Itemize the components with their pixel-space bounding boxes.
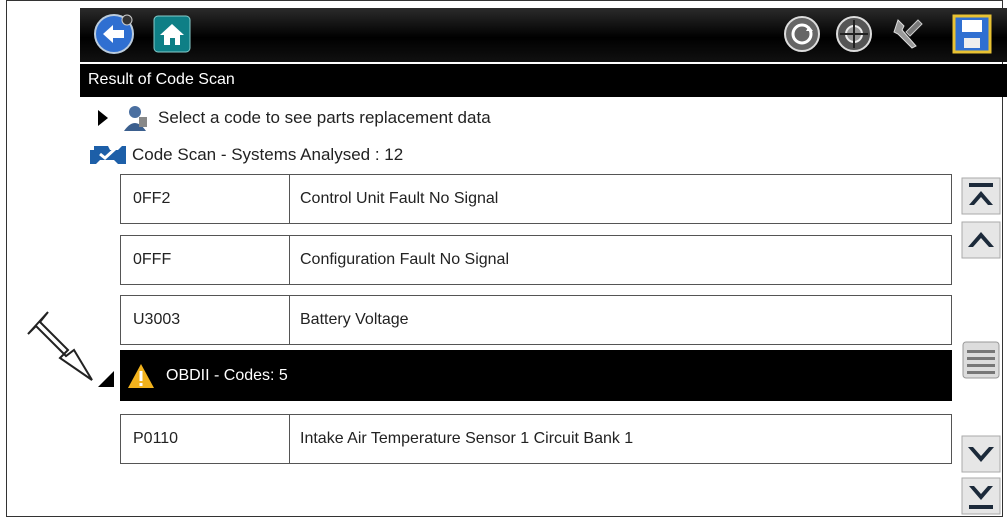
home-button[interactable]: [150, 12, 194, 56]
tools-icon: [893, 19, 923, 49]
technician-icon: [124, 106, 147, 131]
expand-triangle-icon[interactable]: [94, 369, 116, 389]
code-cell: 0FFF: [121, 236, 290, 284]
description-cell: Intake Air Temperature Sensor 1 Circuit …: [300, 430, 634, 447]
scan-refresh-icon: [784, 16, 820, 52]
tools-button[interactable]: [886, 12, 930, 56]
code-cell: U3003: [121, 296, 290, 344]
warning-icon: [128, 363, 154, 388]
page-title: Result of Code Scan: [88, 71, 235, 88]
code-row[interactable]: U3003 Battery Voltage: [120, 295, 952, 345]
group-label: OBDII - Codes: 5: [166, 366, 288, 384]
scroll-up-icon: [961, 221, 1001, 259]
description-cell: Battery Voltage: [300, 311, 409, 328]
parts-hint[interactable]: Select a code to see parts replacement d…: [96, 104, 491, 132]
obdii-group-header[interactable]: OBDII - Codes: 5: [120, 350, 952, 401]
pointer-arrow-icon: [27, 311, 93, 381]
hint-text: Select a code to see parts replacement d…: [158, 108, 491, 127]
description-cell: Control Unit Fault No Signal: [300, 190, 499, 207]
scroll-bottom-button[interactable]: [958, 476, 1004, 516]
top-toolbar: [80, 8, 1007, 62]
home-icon: [153, 15, 191, 53]
scroll-top-button[interactable]: [958, 176, 1004, 216]
engine-check-icon: [90, 146, 126, 164]
code-cell: 0FF2: [121, 175, 290, 223]
vehicle-button[interactable]: [832, 12, 876, 56]
page-title-bar: Result of Code Scan: [80, 64, 1007, 97]
scan-refresh-button[interactable]: [780, 12, 824, 56]
back-button[interactable]: [92, 12, 136, 56]
save-button[interactable]: [950, 12, 994, 56]
scroll-menu-icon: [962, 341, 1000, 379]
scroll-menu-button[interactable]: [958, 338, 1004, 382]
code-row[interactable]: P0110 Intake Air Temperature Sensor 1 Ci…: [120, 414, 952, 464]
scroll-up-button[interactable]: [958, 220, 1004, 260]
code-row[interactable]: 0FF2 Control Unit Fault No Signal: [120, 174, 952, 224]
code-cell: P0110: [121, 415, 290, 463]
scan-summary: Code Scan - Systems Analysed : 12: [88, 141, 403, 169]
description-cell: Configuration Fault No Signal: [300, 251, 510, 268]
code-row[interactable]: 0FFF Configuration Fault No Signal: [120, 235, 952, 285]
scroll-down-button[interactable]: [958, 434, 1004, 474]
scroll-down-icon: [961, 435, 1001, 473]
vehicle-icon: [836, 16, 872, 52]
back-icon: [94, 14, 134, 54]
summary-text: Code Scan - Systems Analysed : 12: [132, 145, 404, 164]
scroll-bottom-icon: [961, 477, 1001, 515]
save-icon: [952, 14, 992, 54]
play-triangle-icon: [98, 110, 108, 126]
scroll-top-icon: [961, 177, 1001, 215]
